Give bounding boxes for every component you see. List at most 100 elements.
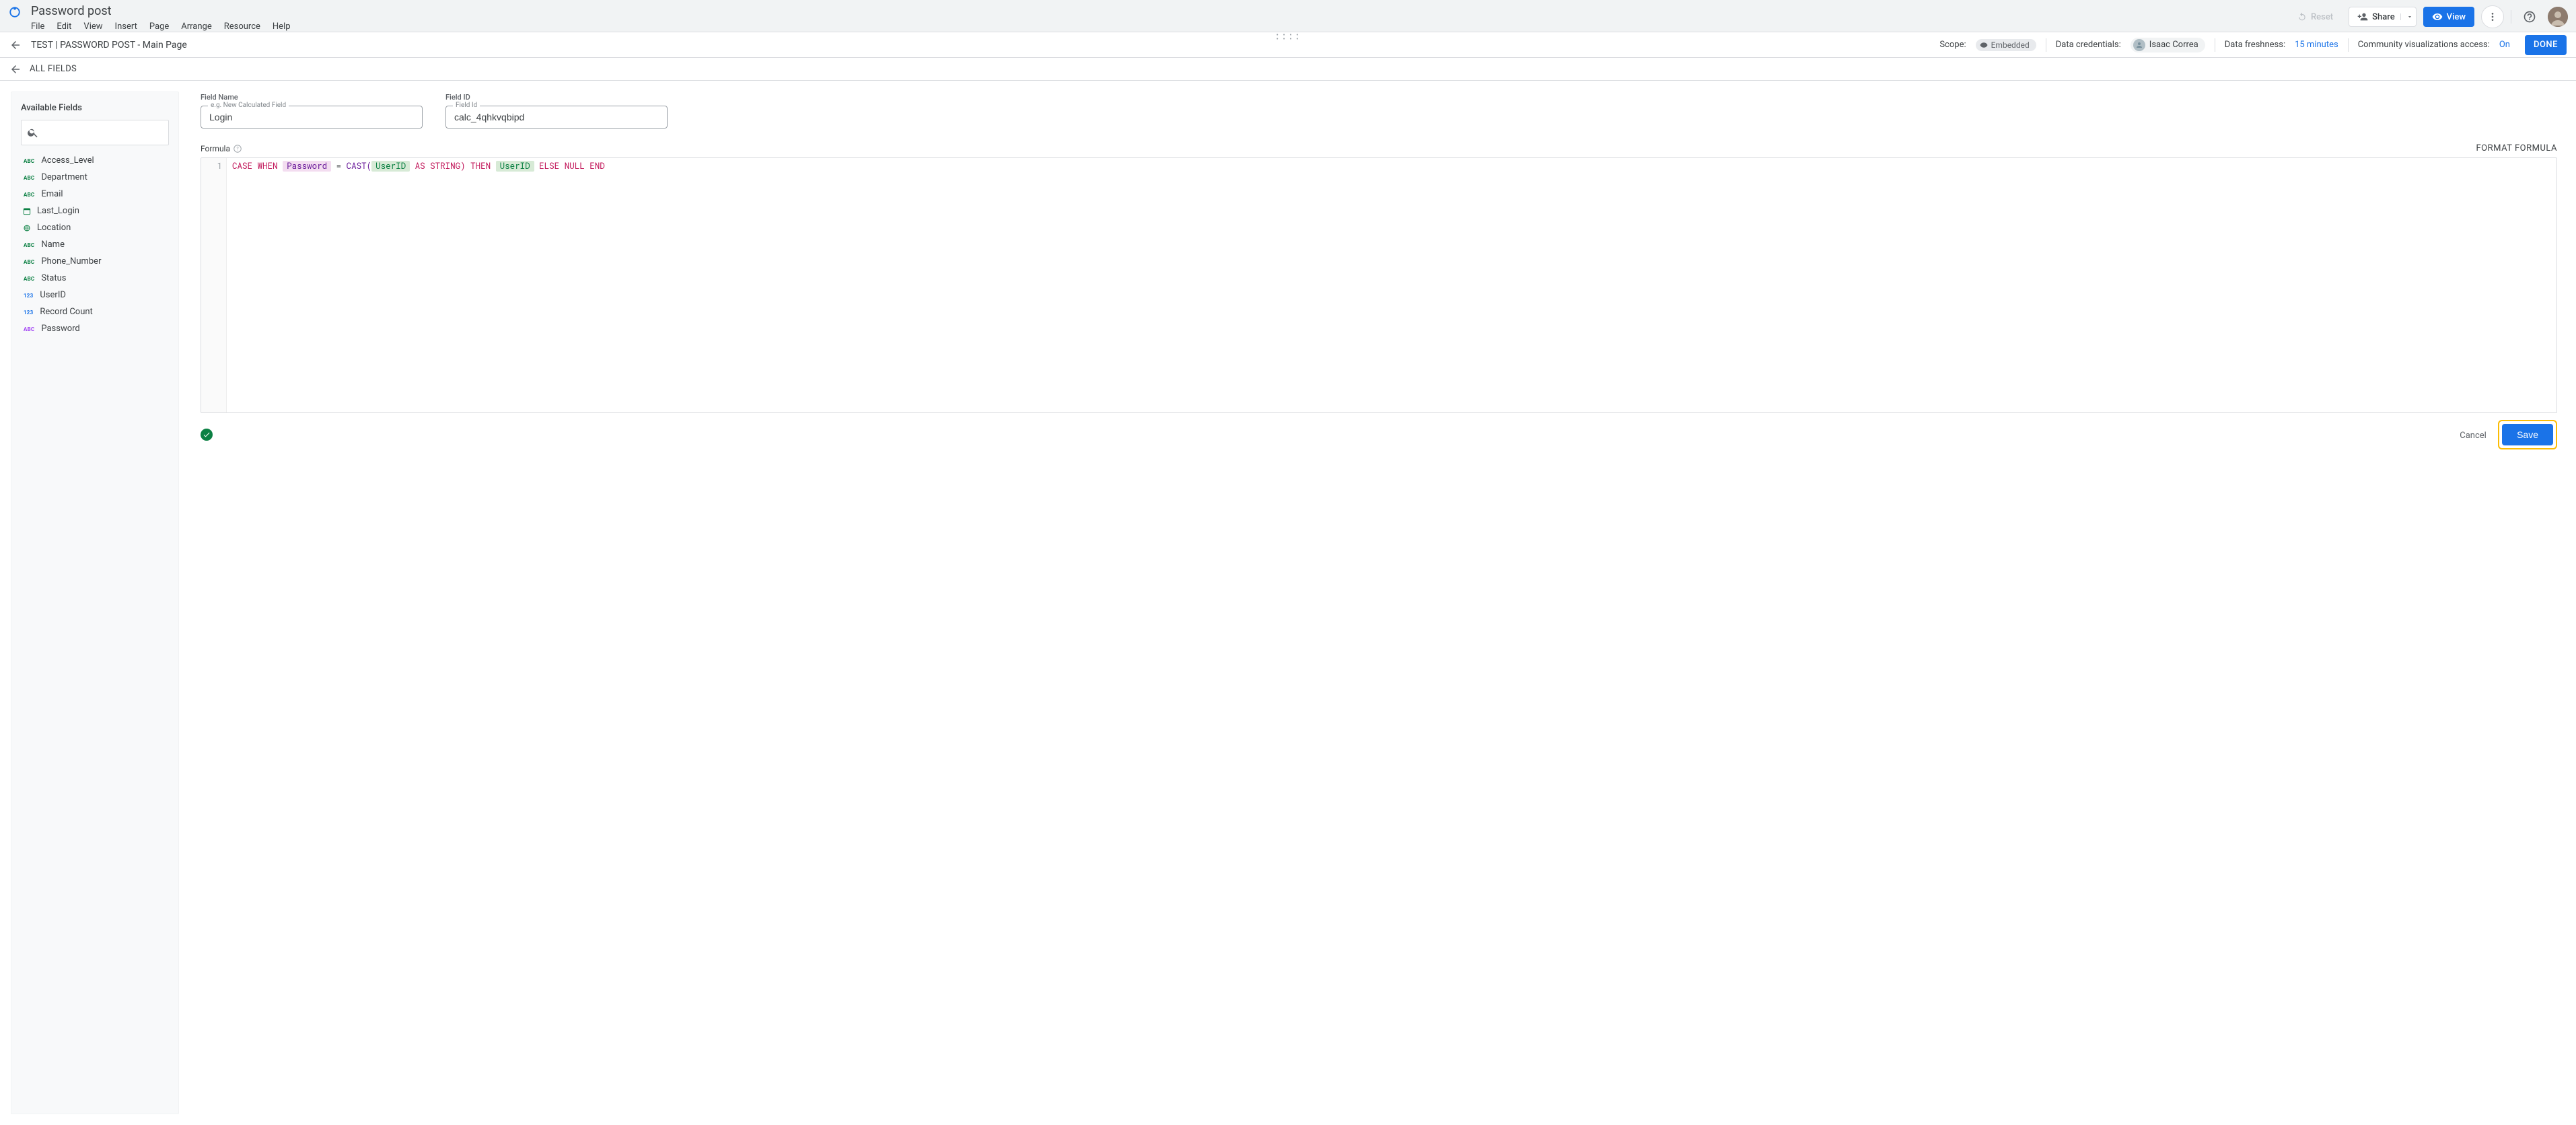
- viz-access-value[interactable]: On: [2499, 40, 2510, 50]
- undo-icon: [2297, 12, 2307, 22]
- field-type-icon: ABC: [22, 240, 36, 250]
- reset-label: Reset: [2311, 12, 2333, 22]
- field-name-label: Access_Level: [41, 155, 94, 166]
- tok-userid1-field[interactable]: UserID: [371, 161, 410, 172]
- work-area: Available Fields ABC Access_Level ABC Depar…: [0, 81, 2576, 1125]
- field-id-input[interactable]: [446, 106, 667, 128]
- tok-password-field[interactable]: Password: [283, 161, 331, 172]
- doc-title[interactable]: Password post: [28, 3, 2282, 20]
- field-item[interactable]: ABCPassword: [21, 320, 173, 337]
- drag-handle-icon[interactable]: • • • •• • • •: [1277, 32, 1300, 42]
- field-search[interactable]: [21, 120, 169, 145]
- field-name-label: Location: [37, 223, 71, 233]
- code-gutter: 1: [201, 158, 227, 412]
- tok-null: NULL: [565, 161, 585, 172]
- field-type-icon: ABC: [22, 256, 36, 266]
- field-search-input[interactable]: [39, 128, 163, 138]
- formula-editor[interactable]: 1 CASE WHEN Password = CAST(UserID AS ST…: [201, 157, 2557, 413]
- all-fields-bar: ALL FIELDS: [0, 58, 2576, 81]
- menu-page[interactable]: Page: [144, 20, 174, 33]
- more-button[interactable]: [2481, 5, 2504, 28]
- person-add-icon: [2357, 11, 2368, 22]
- svg-text:?: ?: [236, 146, 239, 151]
- field-name-label: Phone_Number: [41, 256, 101, 266]
- share-label: Share: [2372, 12, 2395, 22]
- account-avatar[interactable]: [2548, 7, 2568, 27]
- creds-chip[interactable]: Isaac Correa: [2131, 38, 2205, 52]
- menu-arrange[interactable]: Arrange: [176, 20, 217, 33]
- scope-label: Scope:: [1939, 40, 1966, 50]
- help-circle-icon[interactable]: ?: [233, 144, 242, 153]
- field-name-input[interactable]: [201, 106, 422, 128]
- cancel-button[interactable]: Cancel: [2450, 425, 2496, 446]
- view-label: View: [2447, 12, 2466, 22]
- line-number: 1: [201, 161, 222, 172]
- view-button[interactable]: View: [2423, 7, 2474, 27]
- save-button[interactable]: Save: [2502, 424, 2553, 445]
- menu-bar: File Edit View Insert Page Arrange Resou…: [26, 20, 2282, 33]
- formula-label: Formula: [201, 144, 230, 153]
- field-name-label: Field Name: [201, 93, 423, 102]
- menu-help[interactable]: Help: [267, 20, 296, 33]
- field-type-icon: ABC: [22, 189, 36, 199]
- field-type-icon: [22, 207, 32, 216]
- field-item[interactable]: 123Record Count: [21, 303, 173, 320]
- status-ok-icon: [201, 429, 213, 441]
- field-item[interactable]: ABC Phone_Number: [21, 253, 173, 270]
- done-button[interactable]: DONE: [2525, 35, 2567, 55]
- field-list: ABC Access_Level ABC Department ABC Email Last…: [21, 152, 173, 337]
- all-fields-label[interactable]: ALL FIELDS: [30, 64, 77, 74]
- field-item[interactable]: Last_Login: [21, 203, 173, 219]
- field-type-icon: 123: [22, 307, 34, 317]
- eye-icon: [2432, 11, 2443, 22]
- field-item[interactable]: 123UserID: [21, 287, 173, 303]
- menu-file[interactable]: File: [26, 20, 50, 33]
- menu-resource[interactable]: Resource: [219, 20, 266, 33]
- field-type-icon: ABC: [22, 155, 36, 166]
- field-id-label: Field ID: [445, 93, 668, 102]
- menu-view[interactable]: View: [78, 20, 108, 33]
- page-back-button[interactable]: [9, 39, 22, 51]
- field-id-float: Field Id: [453, 102, 480, 109]
- field-item[interactable]: ABC Email: [21, 186, 173, 203]
- menu-edit[interactable]: Edit: [51, 20, 77, 33]
- available-fields-title: Available Fields: [21, 103, 173, 113]
- tok-cast: CAST(: [347, 161, 372, 172]
- field-name-label: Email: [41, 189, 63, 199]
- app-logo: [8, 5, 22, 19]
- field-type-icon: ABC: [22, 324, 36, 334]
- tok-end: END: [585, 161, 605, 172]
- field-name-label: Name: [41, 240, 65, 250]
- field-name-label: UserID: [40, 290, 66, 300]
- fields-back-button[interactable]: [9, 63, 22, 75]
- field-item[interactable]: ABCStatus: [21, 270, 173, 287]
- freshness-value[interactable]: 15 minutes: [2295, 40, 2338, 50]
- field-type-icon: [22, 223, 32, 233]
- scope-chip[interactable]: Embedded: [1976, 39, 2036, 51]
- field-name-float: e.g. New Calculated Field: [208, 102, 289, 109]
- page-title: TEST | PASSWORD POST - Main Page: [31, 40, 187, 50]
- field-item[interactable]: ABC Department: [21, 169, 173, 186]
- field-type-icon: ABC: [22, 172, 36, 182]
- field-name-label: Department: [41, 172, 87, 182]
- field-name-input-wrap[interactable]: e.g. New Calculated Field: [201, 106, 423, 129]
- field-item[interactable]: Location: [21, 219, 173, 236]
- share-button[interactable]: Share: [2349, 7, 2417, 27]
- menu-insert[interactable]: Insert: [110, 20, 143, 33]
- field-id-input-wrap[interactable]: Field Id: [445, 106, 668, 129]
- freshness-label: Data freshness:: [2225, 40, 2285, 50]
- tok-eq: =: [331, 161, 347, 172]
- field-item[interactable]: ABC Name: [21, 236, 173, 253]
- format-formula-button[interactable]: FORMAT FORMULA: [2476, 143, 2557, 153]
- help-button[interactable]: [2518, 5, 2541, 28]
- search-icon: [27, 126, 39, 139]
- share-caret[interactable]: [2400, 13, 2413, 20]
- code-area[interactable]: CASE WHEN Password = CAST(UserID AS STRI…: [227, 158, 2556, 412]
- field-item[interactable]: ABC Access_Level: [21, 152, 173, 169]
- field-name-label: Status: [41, 273, 66, 283]
- tok-userid2-field[interactable]: UserID: [496, 161, 534, 172]
- tok-as-string: AS STRING): [410, 161, 466, 172]
- tok-when: WHEN: [258, 161, 278, 172]
- creds-label: Data credentials:: [2056, 40, 2121, 50]
- tok-then: THEN: [466, 161, 496, 172]
